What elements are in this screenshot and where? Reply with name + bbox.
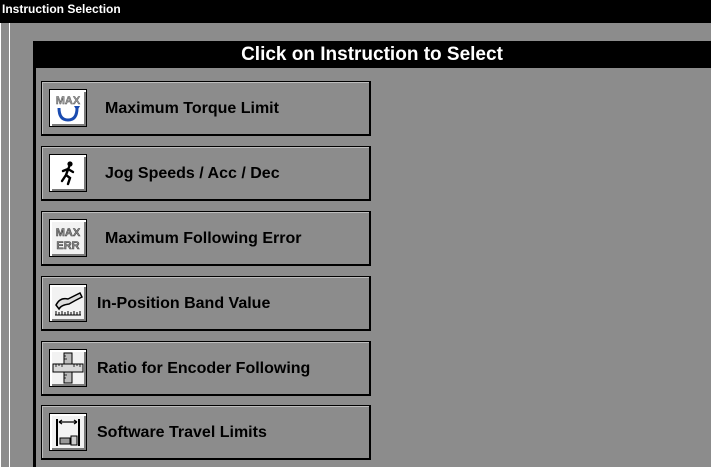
svg-text:MAX: MAX: [56, 227, 81, 239]
instruction-label: In-Position Band Value: [97, 295, 271, 312]
svg-text:ERR: ERR: [56, 240, 79, 252]
window-title-bar[interactable]: Instruction Selection: [0, 0, 711, 23]
instruction-label: Ratio for Encoder Following: [97, 360, 311, 377]
jog-runner-icon: [49, 154, 87, 192]
instruction-button-max-torque[interactable]: MAX Maximum Torque Limit: [41, 81, 371, 136]
instruction-label: Maximum Following Error: [105, 230, 302, 247]
in-position-band-icon: [49, 284, 87, 322]
instruction-button-in-position-band[interactable]: In-Position Band Value: [41, 276, 371, 331]
instruction-button-travel-limits[interactable]: Software Travel Limits: [41, 405, 371, 460]
instruction-label: Maximum Torque Limit: [105, 100, 279, 117]
max-error-icon: MAX ERR: [49, 219, 87, 257]
window-left-border: [9, 23, 10, 467]
instruction-button-jog-speeds[interactable]: Jog Speeds / Acc / Dec: [41, 146, 371, 201]
instruction-label: Software Travel Limits: [97, 424, 267, 441]
panel-header: Click on Instruction to Select: [33, 41, 711, 68]
window-title: Instruction Selection: [2, 2, 121, 16]
travel-limits-icon: [49, 413, 87, 451]
encoder-ratio-icon: [49, 349, 87, 387]
svg-text:MAX: MAX: [56, 95, 81, 107]
max-torque-icon: MAX: [49, 89, 87, 127]
instruction-label: Jog Speeds / Acc / Dec: [105, 165, 280, 182]
instruction-button-encoder-ratio[interactable]: Ratio for Encoder Following: [41, 341, 371, 396]
instruction-button-max-following-error[interactable]: MAX ERR Maximum Following Error: [41, 211, 371, 266]
